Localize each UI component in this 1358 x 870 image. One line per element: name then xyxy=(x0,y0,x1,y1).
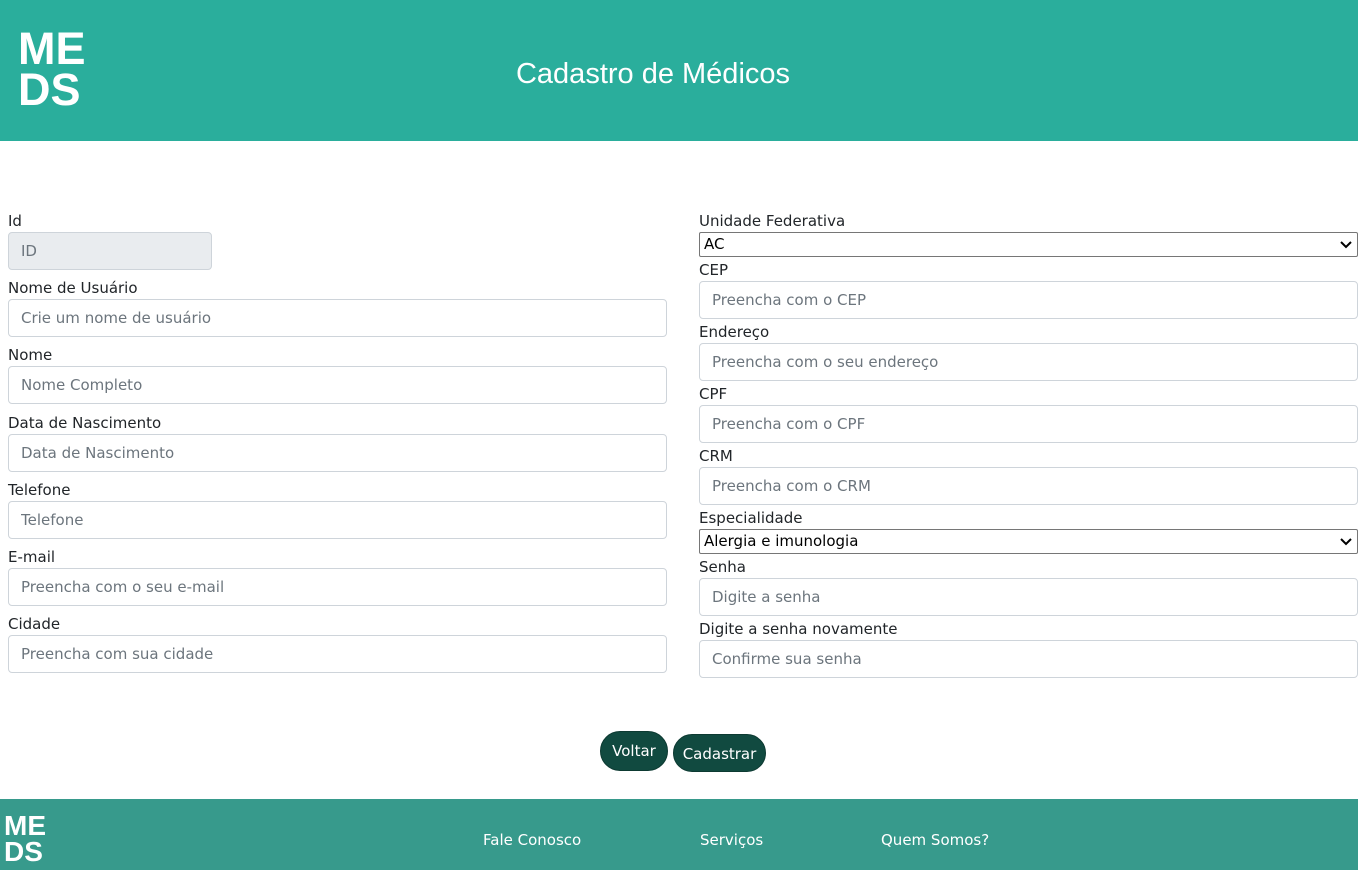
field-city: Cidade xyxy=(8,613,667,673)
field-uf: Unidade Federativa AC xyxy=(699,210,1358,257)
cpf-label: CPF xyxy=(699,385,728,403)
username-label: Nome de Usuário xyxy=(8,279,138,297)
uf-select[interactable]: AC xyxy=(699,232,1358,257)
specialty-select[interactable]: Alergia e imunologia xyxy=(699,529,1358,554)
page-title: Cadastro de Médicos xyxy=(515,58,791,90)
field-email: E-mail xyxy=(8,546,667,606)
address-label: Endereço xyxy=(699,323,770,341)
password-label: Senha xyxy=(699,558,746,576)
field-cep: CEP xyxy=(699,259,1358,319)
specialty-selected-value: Alergia e imunologia xyxy=(704,532,859,550)
address-input[interactable] xyxy=(699,343,1358,381)
footer-link-about[interactable]: Quem Somos? xyxy=(881,831,989,849)
email-label: E-mail xyxy=(8,548,56,566)
password-input[interactable] xyxy=(699,578,1358,616)
field-birthdate: Data de Nascimento xyxy=(8,412,667,472)
chevron-down-icon xyxy=(1340,241,1352,249)
birthdate-label: Data de Nascimento xyxy=(8,414,162,432)
cep-label: CEP xyxy=(699,261,728,279)
password-confirm-input[interactable] xyxy=(699,640,1358,678)
password-confirm-label: Digite a senha novamente xyxy=(699,620,898,638)
email-input[interactable] xyxy=(8,568,667,606)
submit-button[interactable]: Cadastrar xyxy=(673,734,766,772)
city-label: Cidade xyxy=(8,615,61,633)
field-username: Nome de Usuário xyxy=(8,277,667,337)
chevron-down-icon xyxy=(1340,538,1352,546)
field-specialty: Especialidade Alergia e imunologia xyxy=(699,507,1358,554)
field-id: Id xyxy=(8,210,667,270)
id-input xyxy=(8,232,212,270)
city-input[interactable] xyxy=(8,635,667,673)
cpf-input[interactable] xyxy=(699,405,1358,443)
back-button[interactable]: Voltar xyxy=(600,731,668,771)
footer-logo-line-2: DS xyxy=(4,836,43,867)
page-header: ME DS Cadastro de Médicos xyxy=(0,0,1358,141)
name-input[interactable] xyxy=(8,366,667,404)
footer-link-services[interactable]: Serviços xyxy=(700,831,763,849)
field-phone: Telefone xyxy=(8,479,667,539)
field-cpf: CPF xyxy=(699,383,1358,443)
uf-selected-value: AC xyxy=(704,235,725,253)
page-footer: ME DS Fale Conosco Serviços Quem Somos? xyxy=(0,799,1358,870)
phone-input[interactable] xyxy=(8,501,667,539)
field-password-confirm: Digite a senha novamente xyxy=(699,618,1358,678)
name-label: Nome xyxy=(8,346,53,364)
crm-input[interactable] xyxy=(699,467,1358,505)
uf-label: Unidade Federativa xyxy=(699,212,846,230)
specialty-label: Especialidade xyxy=(699,509,803,527)
footer-meds-logo[interactable]: ME DS xyxy=(4,812,46,867)
phone-label: Telefone xyxy=(8,481,71,499)
field-name: Nome xyxy=(8,344,667,404)
crm-label: CRM xyxy=(699,447,733,465)
username-input[interactable] xyxy=(8,299,667,337)
cep-input[interactable] xyxy=(699,281,1358,319)
id-label: Id xyxy=(8,212,22,230)
field-address: Endereço xyxy=(699,321,1358,381)
field-crm: CRM xyxy=(699,445,1358,505)
birthdate-input[interactable] xyxy=(8,434,667,472)
field-password: Senha xyxy=(699,556,1358,616)
footer-link-contact[interactable]: Fale Conosco xyxy=(483,831,581,849)
